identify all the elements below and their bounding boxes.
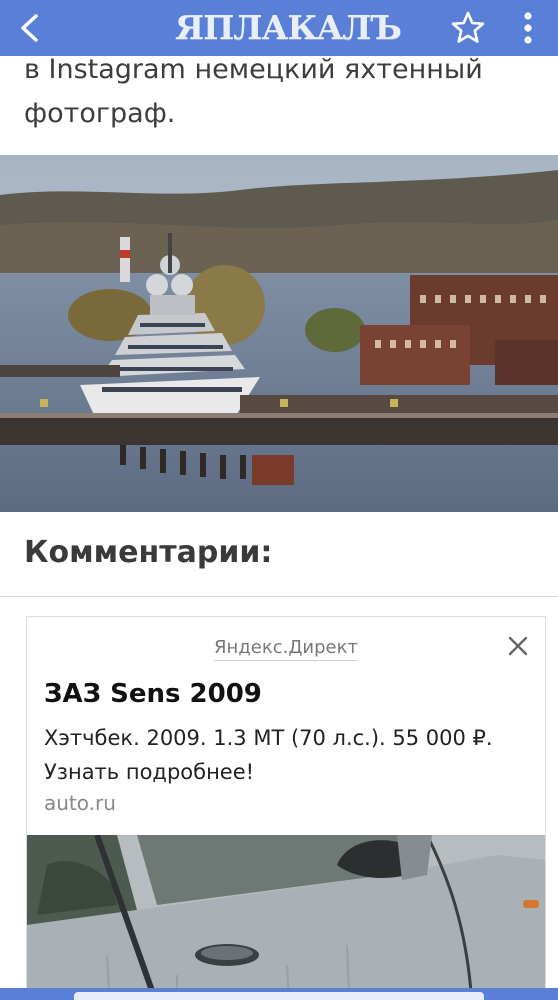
- more-vertical-icon: [524, 12, 532, 44]
- ad-image-car[interactable]: [27, 834, 545, 999]
- top-app-bar: ЯПЛАКАЛЪ: [0, 0, 558, 56]
- article-text: в Instagram немецкий яхтенный фотограф.: [24, 48, 544, 136]
- overflow-menu-button[interactable]: [498, 0, 558, 56]
- ad-card[interactable]: Яндекс.Директ ЗАЗ Sens 2009 Хэтчбек. 200…: [26, 616, 546, 1000]
- bottom-handle[interactable]: [74, 992, 484, 1000]
- ad-title[interactable]: ЗАЗ Sens 2009: [44, 679, 262, 709]
- comments-heading: Комментарии:: [24, 535, 273, 570]
- ad-source-label[interactable]: Яндекс.Директ: [27, 637, 545, 661]
- favorite-button[interactable]: [438, 0, 498, 56]
- star-outline-icon: [451, 11, 485, 43]
- divider: [0, 596, 558, 597]
- ad-domain[interactable]: auto.ru: [44, 791, 116, 815]
- close-icon: [508, 636, 528, 656]
- site-logo[interactable]: ЯПЛАКАЛЪ: [175, 8, 402, 47]
- ad-close-button[interactable]: [505, 633, 531, 659]
- ad-description[interactable]: Хэтчбек. 2009. 1.3 MT (70 л.с.). 55 000 …: [44, 721, 534, 789]
- article-text-line: фотограф.: [24, 98, 176, 129]
- back-button[interactable]: [0, 0, 60, 56]
- arrow-left-icon: [21, 14, 38, 42]
- bottom-navigation-bar: [0, 988, 558, 1000]
- article-image-yacht[interactable]: [0, 155, 558, 512]
- ad-source-text[interactable]: Яндекс.Директ: [214, 637, 358, 661]
